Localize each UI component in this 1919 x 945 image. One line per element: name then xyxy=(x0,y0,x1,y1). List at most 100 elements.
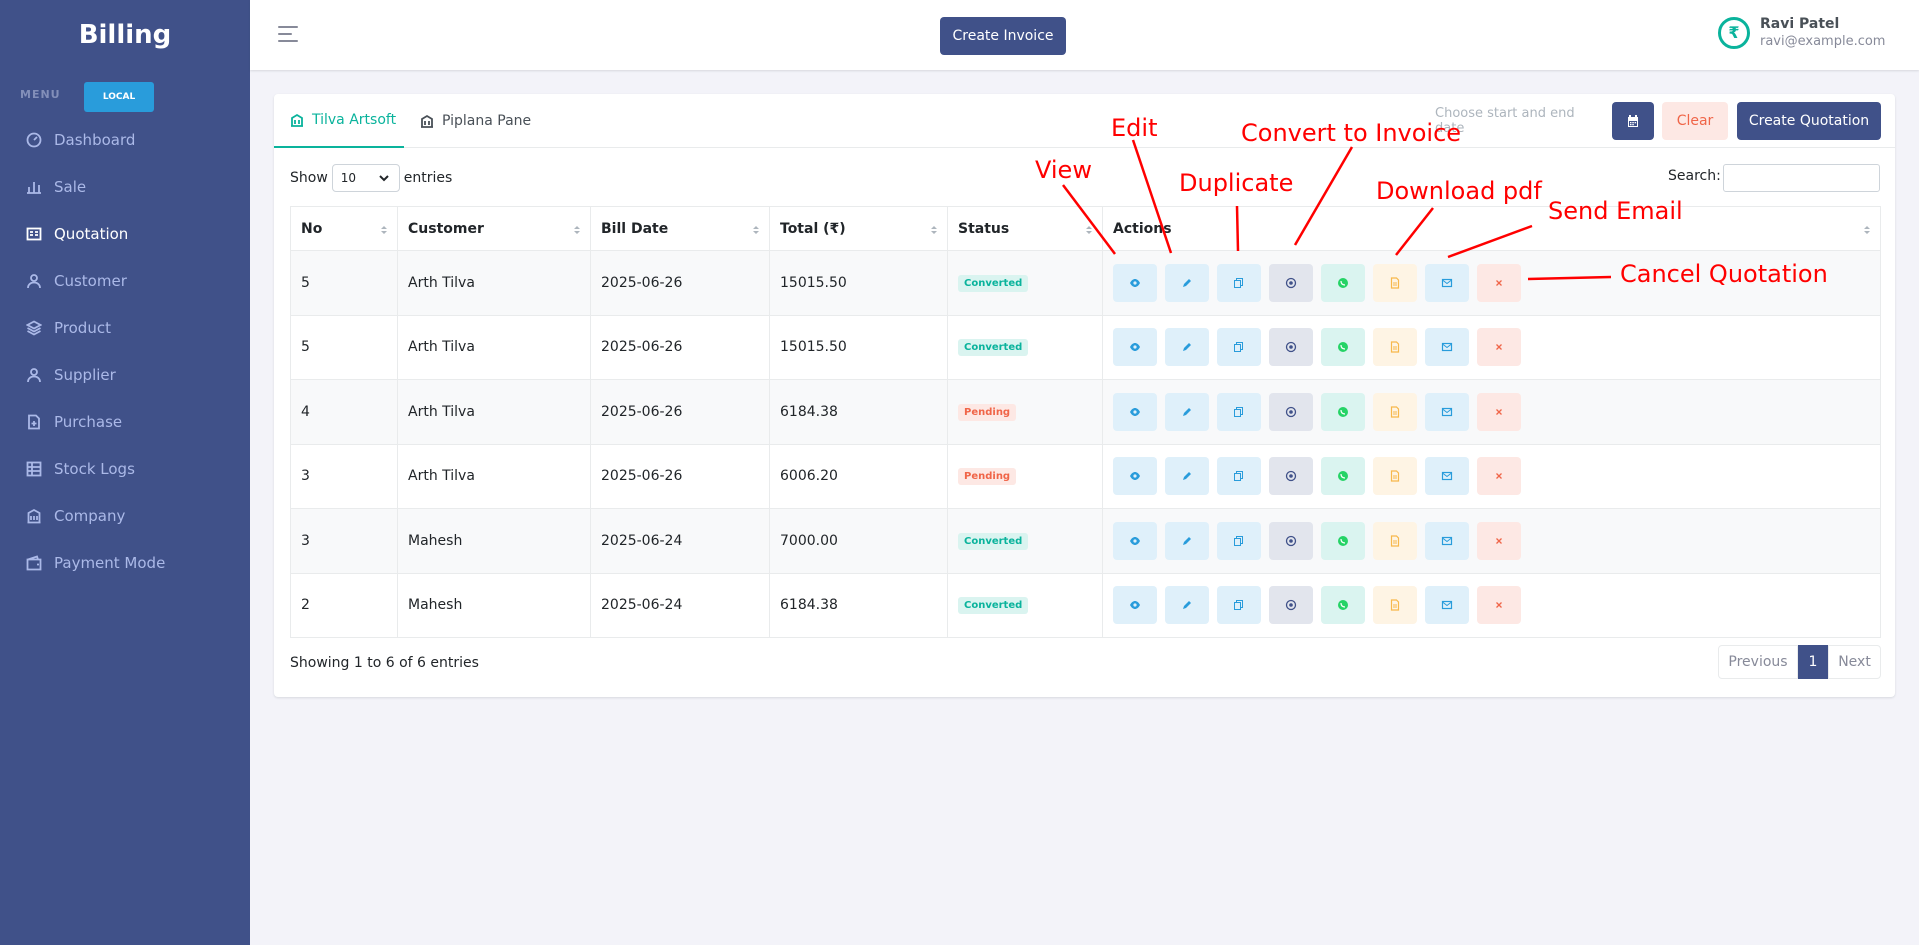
brand-logo[interactable]: Billing xyxy=(0,0,250,70)
edit-button[interactable] xyxy=(1165,328,1209,367)
convert-to-invoice-button[interactable] xyxy=(1269,457,1313,496)
send-email-button[interactable] xyxy=(1425,457,1469,496)
view-button[interactable] xyxy=(1113,457,1157,496)
sidebar-item-label: Purchase xyxy=(54,412,123,431)
whatsapp-button[interactable] xyxy=(1321,457,1365,496)
download-pdf-button[interactable] xyxy=(1373,586,1417,625)
sidebar-item-product[interactable]: Product xyxy=(0,304,250,351)
convert-to-invoice-button[interactable] xyxy=(1269,521,1313,560)
column-header-customer[interactable]: Customer xyxy=(397,206,591,251)
page-1-button[interactable]: 1 xyxy=(1798,645,1828,679)
sidebar-item-supplier[interactable]: Supplier xyxy=(0,351,250,398)
send-email-button[interactable] xyxy=(1425,328,1469,367)
search-input[interactable] xyxy=(1723,164,1880,192)
menu-toggle-icon[interactable] xyxy=(278,26,300,44)
send-email-button[interactable] xyxy=(1425,586,1469,625)
sidebar-item-company[interactable]: Company xyxy=(0,492,250,539)
previous-page-button[interactable]: Previous xyxy=(1718,645,1798,679)
user-icon xyxy=(26,273,42,289)
sidebar-item-sale[interactable]: Sale xyxy=(0,163,250,210)
pdf-icon xyxy=(1389,277,1401,289)
table-row: 5 Arth Tilva 2025-06-26 15015.50 Converted xyxy=(290,314,1881,380)
convert-to-invoice-button[interactable] xyxy=(1269,263,1313,302)
user-name: Ravi Patel xyxy=(1760,16,1840,32)
edit-button[interactable] xyxy=(1165,263,1209,302)
whatsapp-button[interactable] xyxy=(1321,392,1365,431)
cancel-quotation-button[interactable] xyxy=(1477,457,1521,496)
view-button[interactable] xyxy=(1113,263,1157,302)
duplicate-button[interactable] xyxy=(1217,457,1261,496)
table-row: 3 Mahesh 2025-06-24 7000.00 Converted xyxy=(290,508,1881,574)
sidebar-item-label: Supplier xyxy=(54,365,116,384)
chevron-down-icon xyxy=(379,175,389,182)
cell-status: Converted xyxy=(947,508,1103,574)
duplicate-button[interactable] xyxy=(1217,263,1261,302)
eye-icon xyxy=(1129,535,1141,547)
sidebar-item-quotation[interactable]: Quotation xyxy=(0,210,250,257)
cancel-quotation-button[interactable] xyxy=(1477,328,1521,367)
whatsapp-button[interactable] xyxy=(1321,586,1365,625)
column-header-bill-date[interactable]: Bill Date xyxy=(590,206,770,251)
view-button[interactable] xyxy=(1113,328,1157,367)
cancel-quotation-button[interactable] xyxy=(1477,586,1521,625)
close-icon xyxy=(1493,599,1505,611)
convert-to-invoice-button[interactable] xyxy=(1269,586,1313,625)
duplicate-button[interactable] xyxy=(1217,521,1261,560)
cell-actions xyxy=(1102,443,1881,509)
create-quotation-button[interactable]: Create Quotation xyxy=(1737,102,1881,140)
bar-chart-icon xyxy=(26,179,42,195)
column-header-no[interactable]: No xyxy=(290,206,398,251)
view-button[interactable] xyxy=(1113,392,1157,431)
duplicate-button[interactable] xyxy=(1217,586,1261,625)
column-header-status[interactable]: Status xyxy=(947,206,1103,251)
edit-button[interactable] xyxy=(1165,392,1209,431)
download-pdf-button[interactable] xyxy=(1373,521,1417,560)
convert-to-invoice-button[interactable] xyxy=(1269,328,1313,367)
tab-piplana-pane[interactable]: Piplana Pane xyxy=(404,94,542,148)
convert-to-invoice-button[interactable] xyxy=(1269,392,1313,431)
create-invoice-button[interactable]: Create Invoice xyxy=(940,17,1066,55)
sidebar-item-label: Customer xyxy=(54,271,127,290)
download-pdf-button[interactable] xyxy=(1373,328,1417,367)
pencil-icon xyxy=(1181,277,1193,289)
pencil-icon xyxy=(1181,470,1193,482)
download-pdf-button[interactable] xyxy=(1373,263,1417,302)
whatsapp-button[interactable] xyxy=(1321,521,1365,560)
download-pdf-button[interactable] xyxy=(1373,392,1417,431)
cancel-quotation-button[interactable] xyxy=(1477,392,1521,431)
eye-icon xyxy=(1129,406,1141,418)
sidebar-item-payment-mode[interactable]: Payment Mode xyxy=(0,539,250,586)
calendar-button[interactable] xyxy=(1612,102,1654,140)
edit-button[interactable] xyxy=(1165,586,1209,625)
cancel-quotation-button[interactable] xyxy=(1477,521,1521,560)
clear-button[interactable]: Clear xyxy=(1662,102,1728,140)
edit-button[interactable] xyxy=(1165,457,1209,496)
send-email-button[interactable] xyxy=(1425,521,1469,560)
cell-status: Pending xyxy=(947,443,1103,509)
send-email-button[interactable] xyxy=(1425,392,1469,431)
next-page-button[interactable]: Next xyxy=(1828,645,1881,679)
view-button[interactable] xyxy=(1113,521,1157,560)
sidebar-item-customer[interactable]: Customer xyxy=(0,257,250,304)
whatsapp-button[interactable] xyxy=(1321,263,1365,302)
mail-icon xyxy=(1441,470,1453,482)
column-header-actions[interactable]: Actions xyxy=(1102,206,1881,251)
duplicate-button[interactable] xyxy=(1217,328,1261,367)
pdf-icon xyxy=(1389,406,1401,418)
cancel-quotation-button[interactable] xyxy=(1477,263,1521,302)
sidebar-item-stock-logs[interactable]: Stock Logs xyxy=(0,445,250,492)
sidebar-item-purchase[interactable]: Purchase xyxy=(0,398,250,445)
entries-select[interactable]: 10 xyxy=(331,164,400,192)
sidebar-item-dashboard[interactable]: Dashboard xyxy=(0,116,250,163)
tab-tilva-artsoft[interactable]: Tilva Artsoft xyxy=(274,94,404,148)
edit-button[interactable] xyxy=(1165,521,1209,560)
send-email-button[interactable] xyxy=(1425,263,1469,302)
download-pdf-button[interactable] xyxy=(1373,457,1417,496)
user-profile[interactable]: ₹ Ravi Patel ravi@example.com xyxy=(1718,16,1885,49)
whatsapp-button[interactable] xyxy=(1321,328,1365,367)
convert-icon xyxy=(1285,406,1297,418)
column-header-total[interactable]: Total (₹) xyxy=(769,206,948,251)
cell-customer: Arth Tilva xyxy=(397,443,591,509)
duplicate-button[interactable] xyxy=(1217,392,1261,431)
view-button[interactable] xyxy=(1113,586,1157,625)
